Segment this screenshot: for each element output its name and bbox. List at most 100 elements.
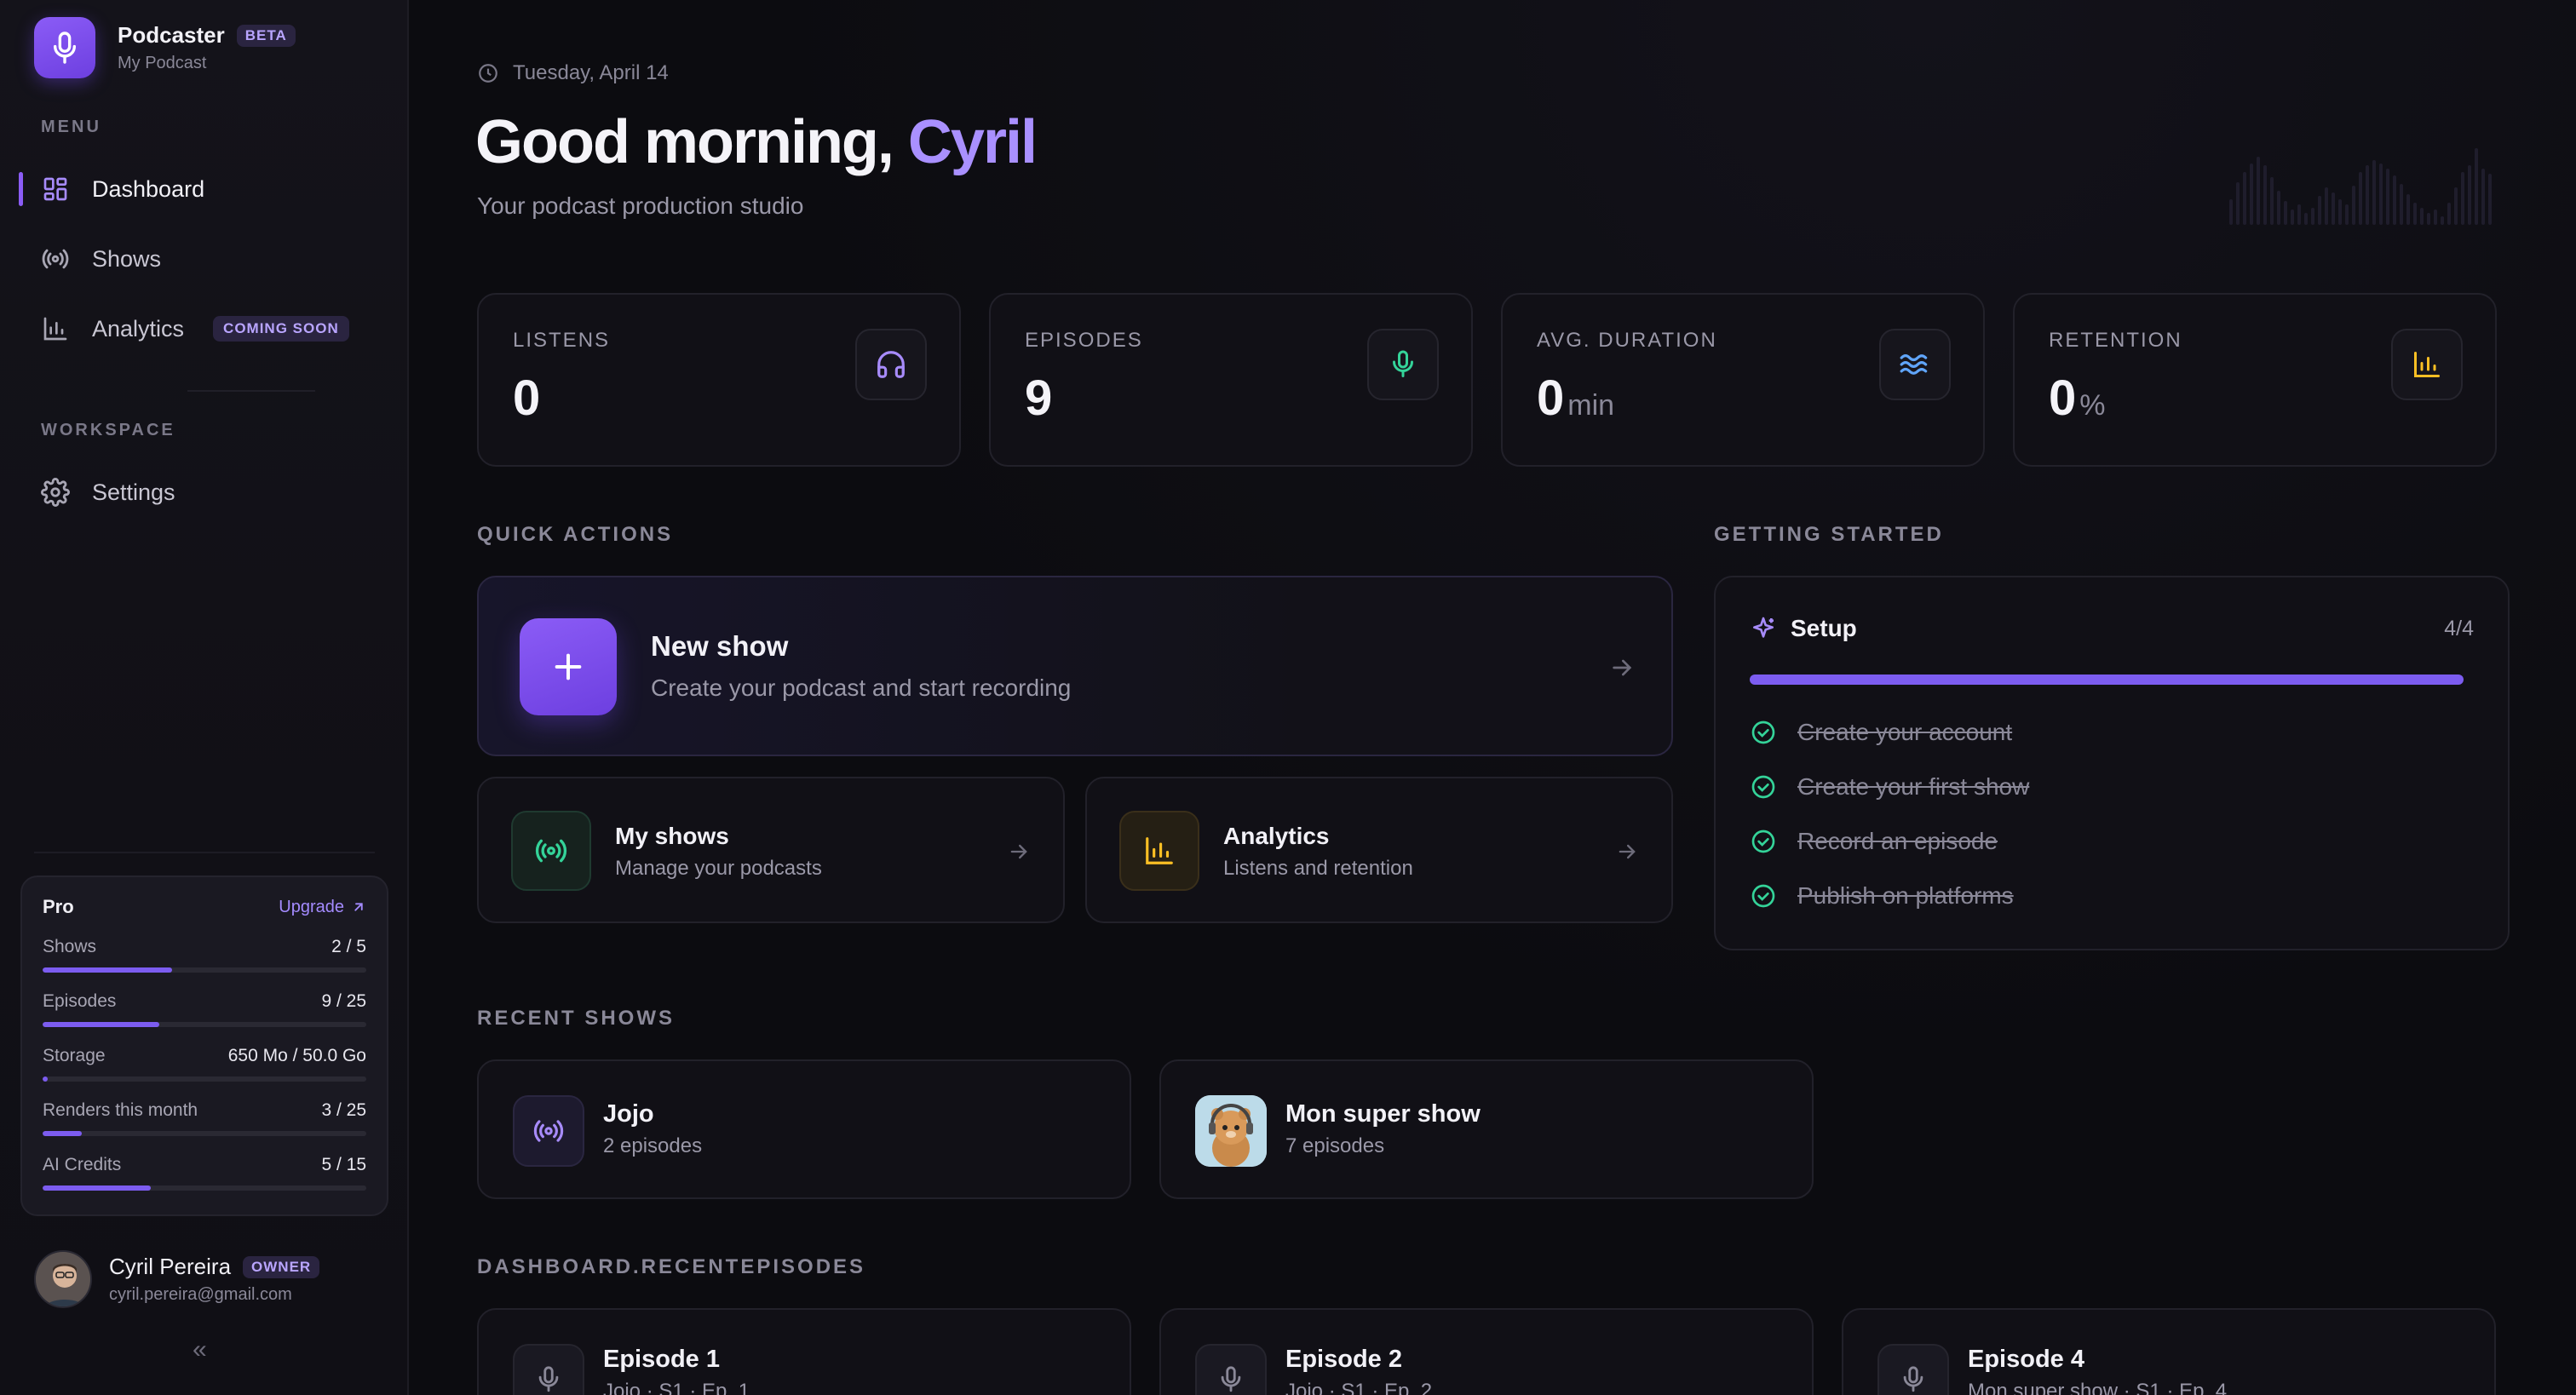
waveform-bar (2257, 157, 2260, 225)
greeting-text: Good morning, (475, 108, 908, 176)
waveform-bar (2345, 204, 2349, 225)
main-content: Tuesday, April 14 Good morning, Cyril Yo… (409, 0, 2576, 1395)
show-episode-count: 7 episodes (1285, 1134, 1385, 1157)
quota-item: Renders this month 3 / 25 (43, 1100, 366, 1136)
plus-icon (520, 618, 617, 715)
quota-name: Episodes (43, 991, 117, 1011)
my-shows-card[interactable]: My shows Manage your podcasts (477, 777, 1065, 923)
sidebar-item-label: Shows (92, 245, 162, 272)
new-show-title: New show (651, 630, 789, 662)
quota-item: Episodes 9 / 25 (43, 991, 366, 1027)
waveform-bar (2434, 210, 2437, 225)
user-name: Cyril Pereira (109, 1254, 232, 1279)
stat-card-episodes: EPISODES 9 (989, 293, 1473, 467)
waveform-bar (2250, 164, 2253, 225)
arrow-right-icon (1613, 659, 1632, 676)
collapse-sidebar-button[interactable]: « (193, 1335, 207, 1364)
role-badge: OWNER (243, 1255, 320, 1278)
stat-unit: min (1567, 389, 1615, 422)
clock-icon (479, 64, 497, 83)
arrow-right-icon (1010, 844, 1027, 859)
quick-actions-label: QUICK ACTIONS (477, 523, 674, 546)
quota-item: AI Credits 5 / 15 (43, 1155, 366, 1191)
divider (34, 852, 375, 853)
quota-bar (43, 1022, 366, 1027)
show-card[interactable]: Jojo 2 episodes (477, 1059, 1131, 1199)
waveform-bar (2311, 208, 2314, 225)
sidebar-item-settings[interactable]: Settings (41, 472, 175, 513)
user-profile[interactable]: Cyril Pereira OWNER cyril.pereira@gmail.… (34, 1250, 320, 1308)
sidebar-item-analytics[interactable]: Analytics COMING SOON (41, 308, 349, 349)
upgrade-label: Upgrade (279, 897, 344, 916)
quota-bar-fill (43, 1185, 151, 1191)
stat-value: 0 (2049, 370, 2077, 426)
quota-bar-fill (43, 967, 172, 973)
broadcast-icon (511, 811, 591, 891)
arrow-up-right-icon (354, 903, 363, 911)
waveform-bar (2297, 204, 2301, 225)
waveform-bar (2400, 184, 2403, 225)
bar-chart-icon (41, 314, 70, 343)
quota-item: Storage 650 Mo / 50.0 Go (43, 1046, 366, 1082)
date-text: Tuesday, April 14 (513, 61, 669, 84)
show-card[interactable]: Mon super show 7 episodes (1159, 1059, 1814, 1199)
sidebar-item-dashboard[interactable]: Dashboard (41, 169, 204, 210)
page-subtitle: Your podcast production studio (477, 192, 804, 219)
broadcast-icon (513, 1095, 584, 1167)
grid-icon (41, 175, 70, 204)
task-item[interactable]: Create your account (1750, 719, 2012, 746)
episode-title: Episode 2 (1285, 1346, 1402, 1373)
task-label: Record an episode (1797, 828, 1998, 854)
microphone-icon (513, 1344, 584, 1395)
quota-value: 2 / 5 (331, 937, 366, 956)
quota-value: 9 / 25 (321, 991, 366, 1011)
sidebar-item-shows[interactable]: Shows (41, 238, 161, 279)
microphone-icon (34, 17, 95, 78)
new-show-subtitle: Create your podcast and start recording (651, 675, 1072, 701)
broadcast-icon (41, 244, 70, 273)
quota-bar (43, 1185, 366, 1191)
sidebar-item-label: Settings (92, 479, 175, 505)
brand[interactable]: Podcaster BETA My Podcast (34, 17, 296, 78)
task-item[interactable]: Record an episode (1750, 828, 1998, 855)
recent-episodes-label: DASHBOARD.RECENTEPISODES (477, 1255, 866, 1278)
task-item[interactable]: Create your first show (1750, 773, 2029, 801)
check-circle-icon (1751, 720, 1775, 744)
episode-card[interactable]: Episode 1 Jojo · S1 · Ep. 1 (477, 1308, 1131, 1395)
episode-card[interactable]: Episode 4 Mon super show · S1 · Ep. 4 (1842, 1308, 2496, 1395)
waveform-bar (2393, 175, 2396, 225)
quota-item: Shows 2 / 5 (43, 937, 366, 973)
waveform-bar (2420, 208, 2424, 225)
task-item[interactable]: Publish on platforms (1750, 882, 2014, 910)
show-title: Jojo (603, 1100, 654, 1128)
analytics-card[interactable]: Analytics Listens and retention (1085, 777, 1673, 923)
getting-started-label: GETTING STARTED (1714, 523, 1944, 546)
sparkle-icon (1753, 617, 1774, 638)
quota-bar (43, 1076, 366, 1082)
waveform-bar (2488, 174, 2492, 225)
waveform-bar (2468, 165, 2471, 225)
avatar (34, 1250, 92, 1308)
menu-label: MENU (41, 118, 101, 136)
upgrade-link[interactable]: Upgrade (279, 898, 366, 917)
waveform-bar (2372, 160, 2376, 225)
new-show-card[interactable]: New show Create your podcast and start r… (477, 576, 1673, 756)
quota-value: 650 Mo / 50.0 Go (227, 1046, 366, 1065)
waveform-bar (2332, 192, 2335, 225)
show-episode-count: 2 episodes (603, 1134, 703, 1157)
show-title: Mon super show (1285, 1100, 1481, 1128)
episode-card[interactable]: Episode 2 Jojo · S1 · Ep. 2 (1159, 1308, 1814, 1395)
waveform-bar (2284, 201, 2287, 225)
app-name: Podcaster (118, 22, 225, 48)
microphone-icon (1367, 329, 1439, 400)
task-label: Create your account (1797, 719, 2013, 745)
waveform-bar (2318, 196, 2321, 225)
waveform-bar (2475, 148, 2478, 225)
stat-value: 9 (1025, 370, 1053, 426)
active-indicator (19, 172, 23, 206)
stat-unit: % (2079, 389, 2106, 422)
waveform-decoration (2229, 148, 2492, 225)
quota-value: 3 / 25 (321, 1100, 366, 1120)
gear-icon (41, 478, 70, 507)
sidebar-item-label: Analytics (92, 315, 185, 342)
